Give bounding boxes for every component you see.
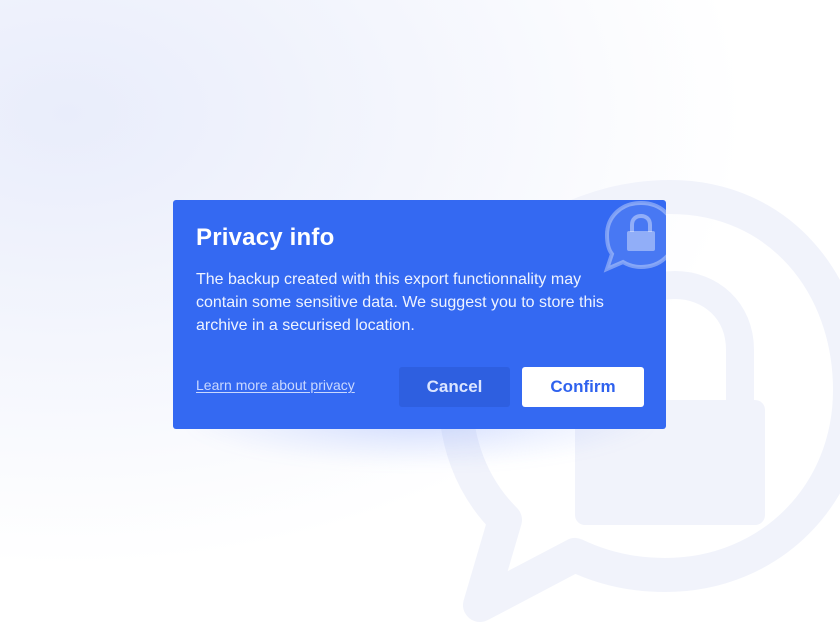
dialog-title: Privacy info	[196, 224, 335, 251]
lock-speech-bubble-icon	[603, 200, 666, 273]
cancel-button[interactable]: Cancel	[399, 367, 510, 407]
dialog-message: The backup created with this export func…	[196, 271, 604, 334]
learn-more-privacy-link[interactable]: Learn more about privacy	[196, 377, 355, 393]
privacy-dialog: Privacy info The backup created with thi…	[173, 200, 666, 429]
page-background: Privacy info The backup created with thi…	[0, 0, 840, 630]
confirm-button[interactable]: Confirm	[522, 367, 644, 407]
